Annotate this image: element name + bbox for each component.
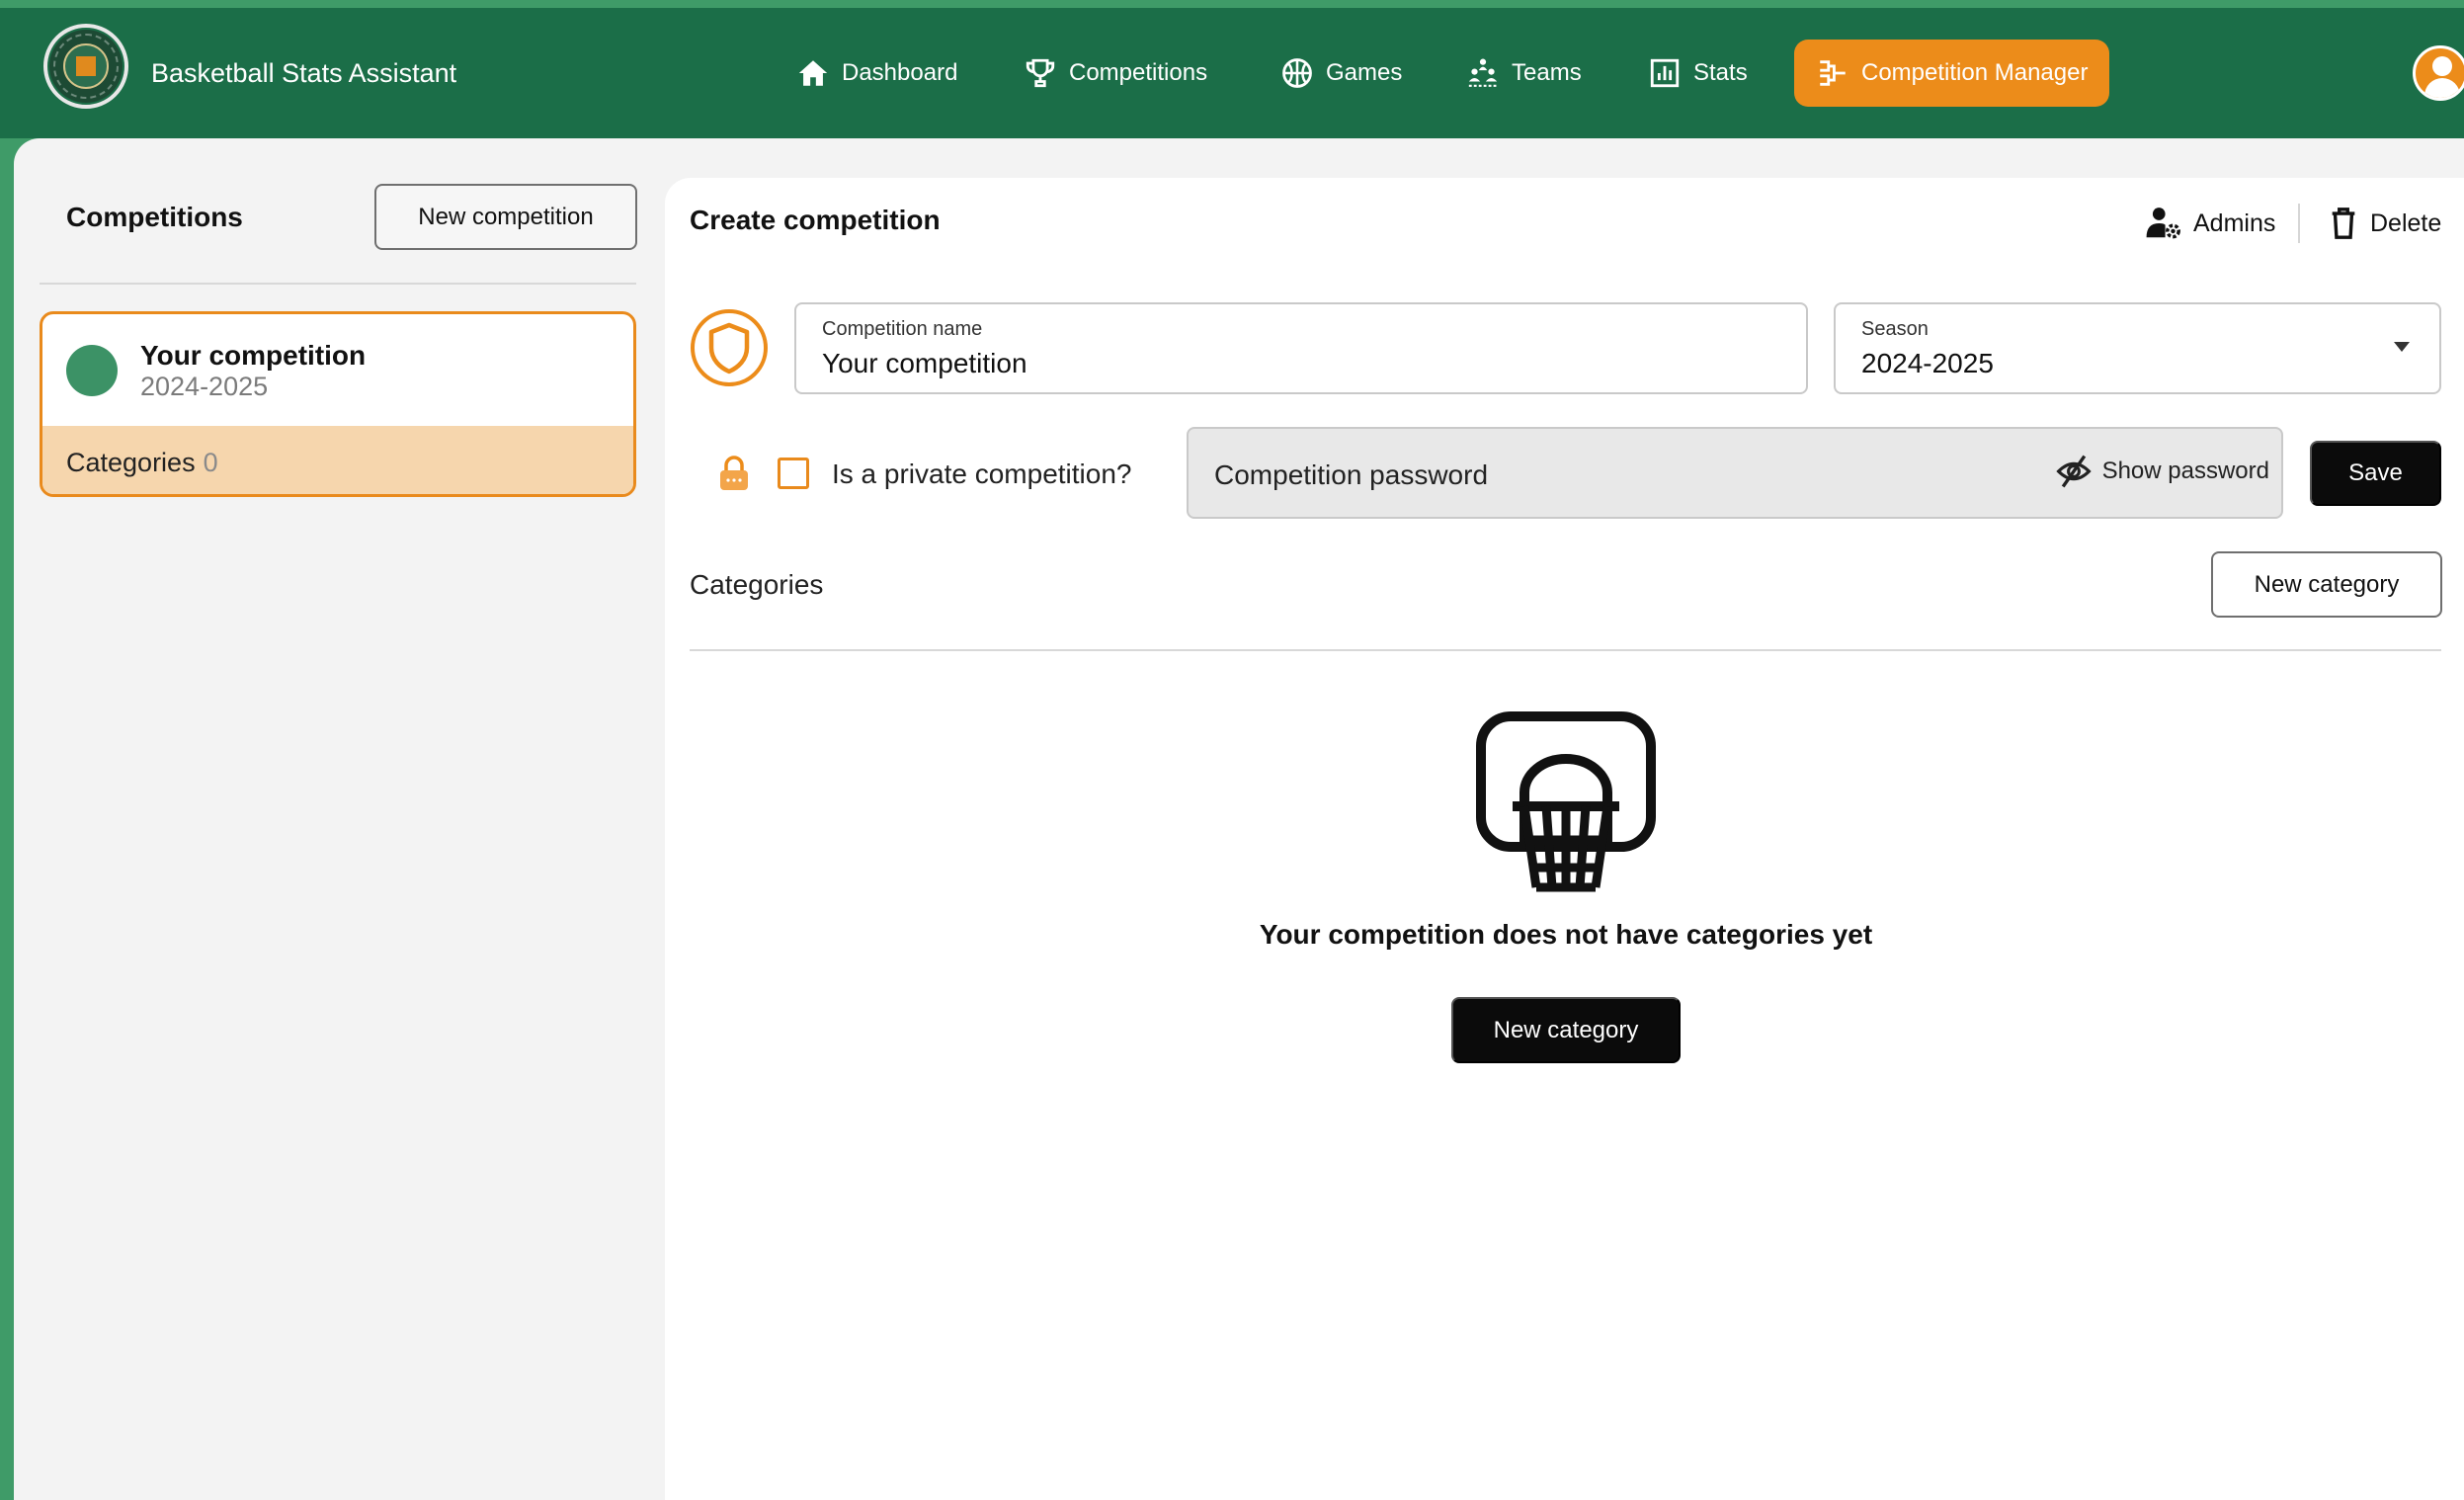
- home-icon: [798, 60, 828, 86]
- admins-button[interactable]: Admins: [2144, 204, 2275, 243]
- bar-chart-icon: [1650, 58, 1680, 88]
- categories-count: 0: [203, 448, 218, 477]
- season-value: 2024-2025: [1861, 348, 1994, 378]
- competition-card-season: 2024-2025: [140, 372, 269, 401]
- admins-label: Admins: [2193, 208, 2276, 237]
- delete-button[interactable]: Delete: [2329, 204, 2441, 243]
- show-password-label: Show password: [2101, 458, 2269, 484]
- nav-stats-label: Stats: [1693, 59, 1748, 86]
- chevron-down-icon: [2394, 342, 2410, 352]
- empty-state-message: Your competition does not have categorie…: [1259, 919, 1873, 950]
- avatar-body: [2424, 78, 2460, 98]
- save-button[interactable]: Save: [2310, 441, 2441, 506]
- season-select[interactable]: Season 2024-2025: [1834, 302, 2441, 394]
- nav-stats[interactable]: Stats: [1648, 40, 1748, 107]
- toolbar-separator: [2298, 204, 2300, 243]
- competition-shield-icon[interactable]: [690, 308, 769, 387]
- user-gear-icon: [2146, 208, 2180, 239]
- new-category-button[interactable]: New category: [2211, 551, 2442, 618]
- bracket-icon: [1820, 60, 1846, 86]
- nav-dashboard-label: Dashboard: [842, 59, 958, 86]
- competition-card[interactable]: Your competition 2024-2025 Categories 0: [40, 311, 636, 497]
- team-icon: [1468, 58, 1498, 87]
- logo-ring: [53, 34, 119, 99]
- trash-icon: [2332, 208, 2355, 239]
- categories-heading: Categories: [690, 569, 824, 600]
- trophy-icon: [1026, 58, 1055, 88]
- competition-name-input[interactable]: Your competition: [822, 348, 1027, 379]
- competition-avatar-dot: [66, 345, 118, 396]
- competition-password-field[interactable]: Competition password Show password: [1187, 427, 2283, 519]
- nav-competition-manager-label: Competition Manager: [1861, 59, 2089, 86]
- new-competition-button[interactable]: New competition: [374, 184, 637, 250]
- nav-competitions[interactable]: Competitions: [1024, 40, 1207, 107]
- basketball-hoop-icon: [1476, 711, 1656, 892]
- app-window: Basketball Stats Assistant Dashboard Com…: [0, 0, 2464, 1500]
- competition-password-placeholder: Competition password: [1214, 459, 1489, 490]
- competitions-list-title: Competitions: [66, 202, 243, 232]
- app-title: Basketball Stats Assistant: [151, 58, 457, 88]
- show-password-toggle[interactable]: Show password: [2055, 455, 2269, 488]
- private-competition-checkbox[interactable]: [778, 458, 809, 489]
- competition-card-name: Your competition: [140, 340, 367, 371]
- categories-divider: [690, 649, 2441, 651]
- nav-games-label: Games: [1326, 59, 1403, 86]
- nav-teams-label: Teams: [1512, 59, 1582, 86]
- sidebar-divider: [40, 283, 636, 285]
- nav-dashboard[interactable]: Dashboard: [796, 40, 957, 107]
- nav-competitions-label: Competitions: [1069, 59, 1208, 86]
- nav-games[interactable]: Games: [1280, 40, 1402, 107]
- basketball-icon: [1282, 58, 1312, 88]
- competition-name-field[interactable]: Competition name Your competition: [794, 302, 1808, 394]
- app-logo[interactable]: [43, 24, 128, 109]
- competition-card-categories[interactable]: Categories 0: [42, 426, 633, 494]
- empty-state-new-category-button[interactable]: New category: [1451, 997, 1681, 1063]
- lock-icon: [720, 456, 748, 490]
- nav-competition-manager[interactable]: Competition Manager: [1794, 40, 2110, 107]
- categories-label: Categories: [66, 448, 196, 477]
- page-title: Create competition: [690, 205, 941, 235]
- eye-off-icon: [2055, 455, 2092, 488]
- season-label: Season: [1861, 318, 1929, 340]
- competition-name-label: Competition name: [822, 318, 983, 340]
- avatar-head: [2432, 56, 2452, 76]
- delete-label: Delete: [2370, 208, 2442, 237]
- private-competition-label: Is a private competition?: [832, 458, 1132, 489]
- nav-teams[interactable]: Teams: [1466, 40, 1582, 107]
- user-avatar[interactable]: [2413, 45, 2464, 101]
